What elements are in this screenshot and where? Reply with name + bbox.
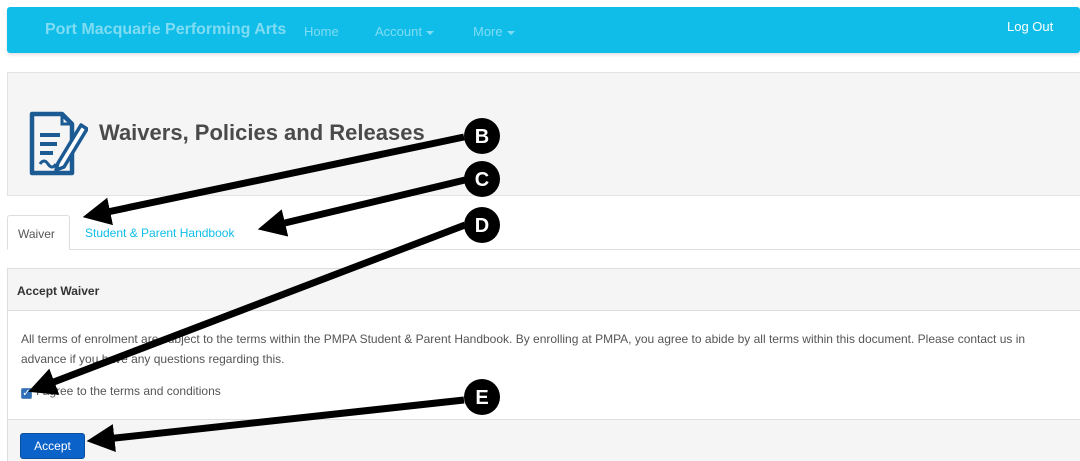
waiver-text: All terms of enrolment are subject to th… (21, 332, 1026, 366)
agree-checkbox[interactable]: ✓ (21, 388, 32, 399)
card-footer: Accept (8, 419, 1080, 461)
nav-home[interactable]: Home (304, 24, 339, 39)
page-title: Waivers, Policies and Releases (99, 120, 425, 145)
tab-bar: Waiver Student & Parent Handbook (7, 215, 1080, 250)
tab-waiver[interactable]: Waiver (7, 215, 70, 250)
tab-student-parent-handbook[interactable]: Student & Parent Handbook (75, 215, 244, 250)
accept-button[interactable]: Accept (20, 433, 85, 459)
page-header: Waivers, Policies and Releases (7, 72, 1080, 196)
nav-more[interactable]: More (473, 24, 515, 39)
logout-link[interactable]: Log Out (1007, 19, 1053, 34)
agree-checkbox-label: I agree to the terms and conditions (36, 384, 221, 398)
chevron-down-icon (425, 30, 434, 35)
card-title: Accept Waiver (17, 284, 100, 298)
accept-waiver-card: Accept Waiver All terms of enrolment are… (7, 268, 1080, 461)
brand-link[interactable]: Port Macquarie Performing Arts (45, 21, 286, 39)
top-navbar: Port Macquarie Performing Arts Home Acco… (7, 7, 1080, 53)
chevron-down-icon (506, 30, 515, 35)
card-header: Accept Waiver (8, 269, 1080, 311)
document-edit-icon (29, 111, 88, 176)
nav-account[interactable]: Account (375, 24, 434, 39)
agree-checkbox-row[interactable]: ✓ I agree to the terms and conditions (21, 384, 221, 399)
